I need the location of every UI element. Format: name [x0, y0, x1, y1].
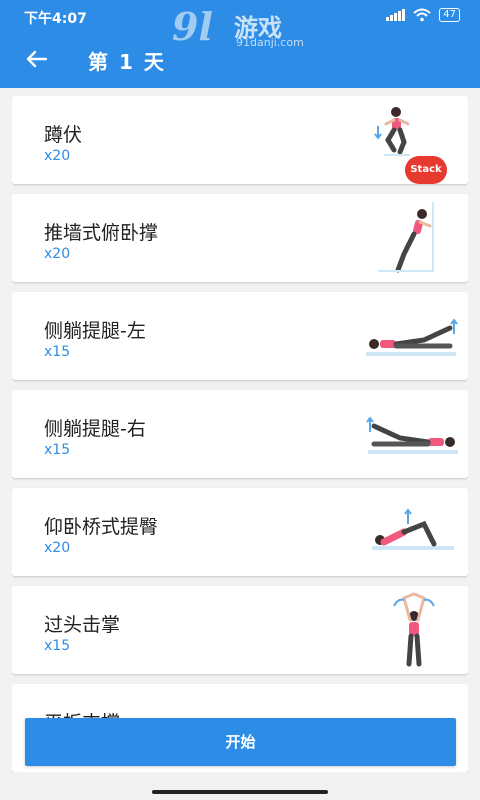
exercise-card[interactable]: 推墙式俯卧撑 x20 [12, 194, 468, 282]
watermark-site: 91danji.com [236, 36, 304, 49]
exercise-reps: x15 [44, 344, 71, 360]
exercise-card[interactable]: 过头击掌 x15 [12, 586, 468, 674]
exercise-name: 蹲伏 [44, 124, 83, 146]
wifi-icon [413, 8, 431, 22]
watermark-number: 9l [172, 4, 213, 49]
overhead-clap-illustration [393, 592, 435, 667]
signal-icon [386, 9, 406, 21]
side-leg-raise-left-illustration [366, 318, 458, 356]
status-icons: 47 [386, 8, 460, 22]
side-leg-raise-right-illustration [366, 416, 458, 454]
exercise-reps: x20 [44, 246, 71, 262]
exercise-list[interactable]: 蹲伏 x20 推墙式俯卧撑 x20 侧躺提腿-左 x15 侧躺提腿-右 x15 … [12, 96, 468, 800]
exercise-name: 过头击掌 [44, 614, 121, 636]
app-bar: 下午4:07 47 9l 游戏 91danji.com 第 1 天 [0, 0, 480, 88]
system-nav-bar [0, 772, 480, 800]
glute-bridge-illustration [372, 508, 454, 550]
exercise-reps: x20 [44, 540, 71, 556]
wall-pushup-illustration [378, 202, 434, 273]
battery-icon: 47 [439, 8, 460, 22]
home-indicator[interactable] [152, 790, 328, 794]
stack-badge[interactable]: Stack [405, 156, 447, 184]
exercise-reps: x15 [44, 442, 71, 458]
exercise-reps: x20 [44, 148, 71, 164]
exercise-card[interactable]: 侧躺提腿-右 x15 [12, 390, 468, 478]
exercise-name: 仰卧桥式提臀 [44, 516, 159, 538]
back-arrow-icon[interactable] [22, 44, 52, 74]
watermark-logo: 9l 游戏 91danji.com [172, 4, 312, 50]
exercise-name: 侧躺提腿-右 [44, 418, 146, 440]
exercise-card[interactable]: 蹲伏 x20 [12, 96, 468, 184]
page-title: 第 1 天 [88, 50, 166, 74]
exercise-card[interactable]: 仰卧桥式提臀 x20 [12, 488, 468, 576]
status-time: 下午4:07 [24, 11, 87, 27]
exercise-reps: x15 [44, 638, 71, 654]
exercise-card[interactable]: 侧躺提腿-左 x15 [12, 292, 468, 380]
exercise-name: 推墙式俯卧撑 [44, 222, 159, 244]
start-button[interactable]: 开始 [25, 718, 456, 766]
exercise-name: 侧躺提腿-左 [44, 320, 146, 342]
